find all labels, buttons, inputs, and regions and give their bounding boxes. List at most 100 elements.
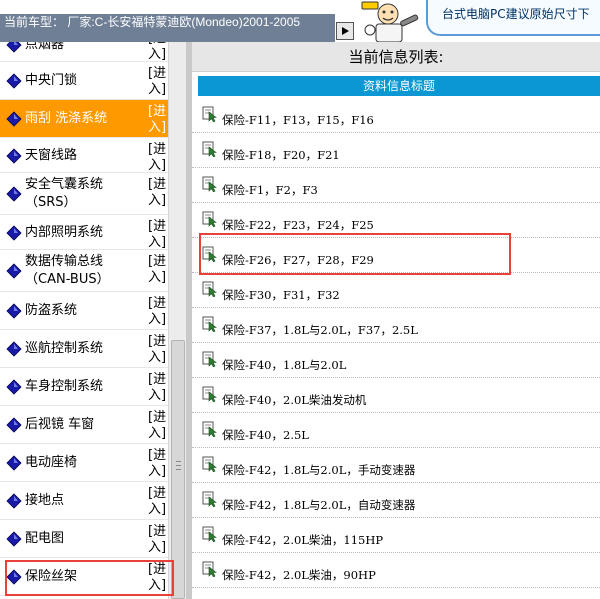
arrow-right-icon (341, 27, 349, 35)
nav-item[interactable]: 内部照明系统 [进入] (0, 215, 168, 250)
list-title: 当前信息列表: (192, 42, 600, 72)
info-row-title: 保险-F42，1.8L与2.0L，手动变速器 (222, 463, 416, 477)
column-header: 资料信息标题 (198, 76, 600, 96)
info-row[interactable]: 保险-F26，F27，F28，F29 (192, 238, 600, 273)
nav-list: 点烟器[进入]中央门锁[进入]雨刮 洗涤系统[进入]天窗线路[进入]安全气囊系统… (0, 42, 168, 596)
info-row[interactable]: 保险-F11，F13，F15，F16 (192, 98, 600, 133)
document-pointer-icon (202, 281, 217, 297)
document-pointer-icon (202, 421, 217, 437)
diamond-bullet-icon (6, 186, 22, 202)
info-row[interactable]: 保险-F42，2.0L柴油，115HP (192, 518, 600, 553)
nav-item-label: 后视镜 车窗 (25, 417, 95, 432)
nav-item[interactable]: 中央门锁 [进入] (0, 62, 168, 100)
nav-item[interactable]: 点烟器 [进入] (0, 42, 168, 62)
info-row[interactable]: 保险-F42，2.0L柴油，90HP (192, 553, 600, 588)
info-row[interactable]: 保险-F40，2.5L (192, 413, 600, 448)
info-row[interactable]: 保险-F37，1.8L与2.0L，F37，2.5L (192, 308, 600, 343)
document-pointer-icon (202, 561, 217, 577)
car-model-text: 当前车型： 厂家:C-长安福特蒙迪欧(Mondeo)2001-2005 (4, 15, 301, 29)
nav-item[interactable]: 保险丝架 [进入] (0, 558, 168, 596)
nav-item[interactable]: 防盗系统 [进入] (0, 292, 168, 330)
document-pointer-icon (202, 316, 217, 332)
diamond-bullet-icon (6, 303, 22, 319)
nav-item[interactable]: 后视镜 车窗 [进入] (0, 406, 168, 444)
enter-link[interactable]: [进入] (148, 524, 166, 556)
info-row-title: 保险-F42，2.0L柴油，90HP (222, 568, 376, 582)
document-pointer-icon (202, 176, 217, 192)
scrollbar-grip-icon (176, 461, 181, 470)
enter-link[interactable]: [进入] (148, 142, 166, 174)
diamond-bullet-icon (6, 148, 22, 164)
info-row-title: 保险-F18，F20，F21 (222, 148, 340, 162)
info-row[interactable]: 保险-F40，2.0L柴油发动机 (192, 378, 600, 413)
nav-item[interactable]: 雨刮 洗涤系统 [进入] (0, 100, 168, 138)
nav-item[interactable]: 巡航控制系统 [进入] (0, 330, 168, 368)
enter-link[interactable]: [进入] (148, 254, 166, 286)
nav-item[interactable]: 配电图 [进入] (0, 520, 168, 558)
enter-link[interactable]: [进入] (148, 177, 166, 209)
diamond-bullet-icon (6, 263, 22, 279)
document-pointer-icon (202, 456, 217, 472)
left-nav: 点烟器[进入]中央门锁[进入]雨刮 洗涤系统[进入]天窗线路[进入]安全气囊系统… (0, 42, 168, 599)
diamond-bullet-icon (6, 493, 22, 509)
scrollbar-thumb[interactable] (171, 340, 185, 599)
nav-item-label: 保险丝架 (25, 569, 78, 584)
nav-item-label: 内部照明系统 (25, 225, 104, 240)
enter-link[interactable]: [进入] (148, 448, 166, 480)
car-model-bar: 当前车型： 厂家:C-长安福特蒙迪欧(Mondeo)2001-2005 (0, 14, 335, 42)
nav-item-label: 点烟器 (25, 42, 65, 52)
info-row[interactable]: 保险-F22，F23，F24，F25 (192, 203, 600, 238)
info-row[interactable]: 保险-F42，1.8L与2.0L，手动变速器 (192, 448, 600, 483)
info-row[interactable]: 保险-F18，F20，F21 (192, 133, 600, 168)
enter-link[interactable]: [进入] (148, 562, 166, 594)
diamond-bullet-icon (6, 379, 22, 395)
nav-item-label: 配电图 (25, 531, 65, 546)
expand-arrow-button[interactable] (336, 22, 354, 40)
diamond-bullet-icon (6, 531, 22, 547)
diamond-bullet-icon (6, 455, 22, 471)
nav-item-label: 电动座椅 (25, 455, 78, 470)
nav-item-label: 雨刮 洗涤系统 (25, 111, 108, 126)
info-row-title: 保险-F40，1.8L与2.0L (222, 358, 347, 372)
nav-item-label: 安全气囊系统（SRS） (25, 177, 104, 210)
document-pointer-icon (202, 351, 217, 367)
diamond-bullet-icon (6, 73, 22, 89)
enter-link[interactable]: [进入] (148, 372, 166, 404)
nav-item[interactable]: 数据传输总线（CAN-BUS） [进入] (0, 250, 168, 292)
nav-item[interactable]: 电动座椅 [进入] (0, 444, 168, 482)
nav-scrollbar[interactable] (168, 42, 186, 599)
enter-link[interactable]: [进入] (148, 410, 166, 442)
mechanic-mascot-icon (361, 1, 419, 42)
diamond-bullet-icon (6, 417, 22, 433)
enter-link[interactable]: [进入] (148, 334, 166, 366)
notice-text: 台式电脑PC建议原始尺寸下 (442, 7, 590, 21)
nav-item[interactable]: 车身控制系统 [进入] (0, 368, 168, 406)
enter-link[interactable]: [进入] (148, 219, 166, 251)
info-row-title: 保险-F42，2.0L柴油，115HP (222, 533, 384, 547)
nav-item-label: 防盗系统 (25, 303, 78, 318)
nav-item[interactable]: 安全气囊系统（SRS） [进入] (0, 173, 168, 215)
info-row-title: 保险-F30，F31，F32 (222, 288, 340, 302)
info-row-title: 保险-F37，1.8L与2.0L，F37，2.5L (222, 323, 418, 337)
nav-item-label: 天窗线路 (25, 148, 78, 163)
document-pointer-icon (202, 141, 217, 157)
document-pointer-icon (202, 211, 217, 227)
info-row[interactable]: 保险-F40，1.8L与2.0L (192, 343, 600, 378)
nav-item[interactable]: 接地点 [进入] (0, 482, 168, 520)
info-row[interactable]: 保险-F1，F2，F3 (192, 168, 600, 203)
enter-link[interactable]: [进入] (148, 66, 166, 98)
document-pointer-icon (202, 386, 217, 402)
enter-link[interactable]: [进入] (148, 42, 166, 63)
enter-link[interactable]: [进入] (148, 296, 166, 328)
enter-link[interactable]: [进入] (148, 104, 166, 136)
info-row-title: 保险-F40，2.0L柴油发动机 (222, 393, 367, 407)
nav-item-label: 车身控制系统 (25, 379, 104, 394)
info-row[interactable]: 保险-F42，1.8L与2.0L，自动变速器 (192, 483, 600, 518)
info-row[interactable]: 保险-F30，F31，F32 (192, 273, 600, 308)
info-row-title: 保险-F11，F13，F15，F16 (222, 113, 374, 127)
enter-link[interactable]: [进入] (148, 486, 166, 518)
diamond-bullet-icon (6, 569, 22, 585)
document-pointer-icon (202, 106, 217, 122)
nav-item[interactable]: 天窗线路 [进入] (0, 138, 168, 173)
nav-item-label: 中央门锁 (25, 73, 78, 88)
